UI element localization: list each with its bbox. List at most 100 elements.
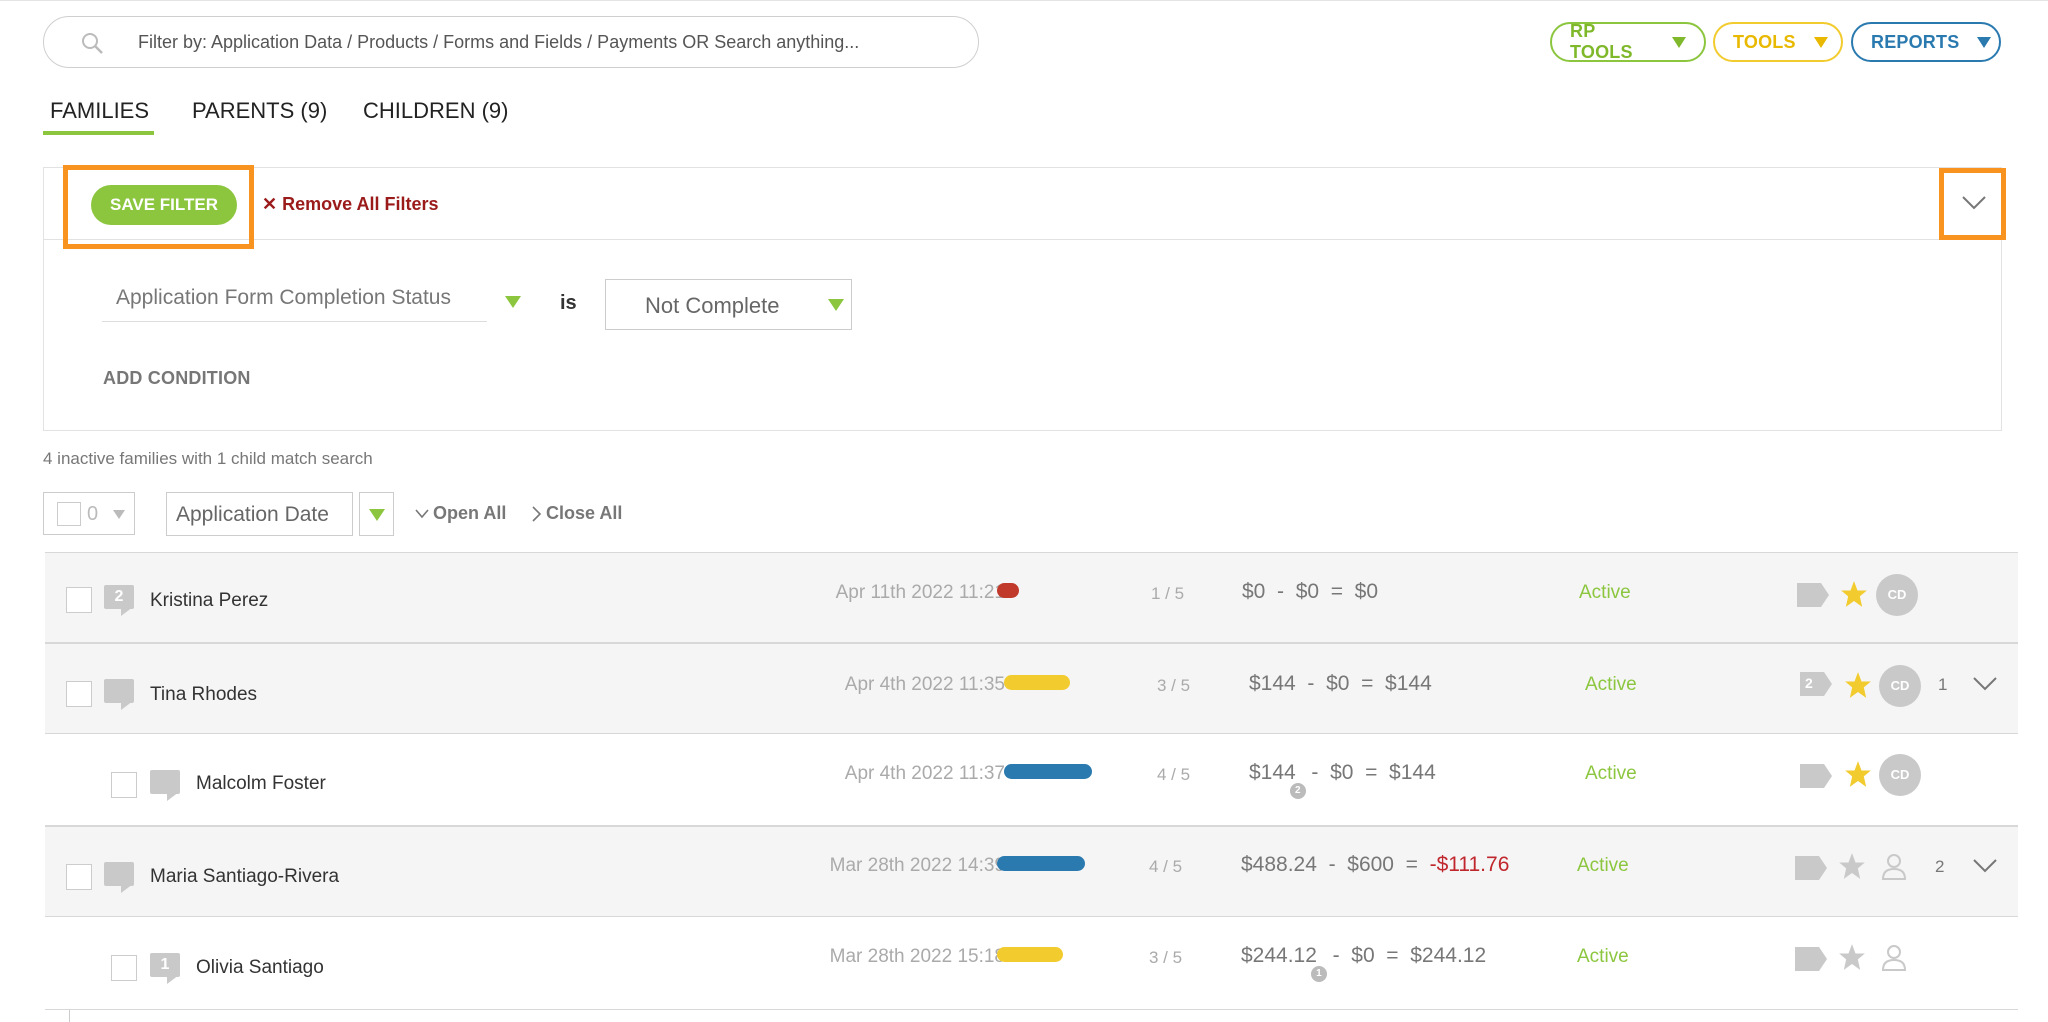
save-filter-button[interactable]: SAVE FILTER: [91, 185, 237, 225]
steps-complete: 4 / 5: [1149, 857, 1183, 876]
progress-bar: [997, 856, 1085, 871]
remove-all-filters-link[interactable]: ✕ Remove All Filters: [262, 194, 438, 215]
application-date: Apr 4th 2022 11:37: [844, 763, 1005, 784]
rp-tools-label: RP TOOLS: [1570, 21, 1633, 62]
search-input[interactable]: [138, 27, 958, 57]
condition-value-label: Not Complete: [645, 293, 780, 318]
condition-field-select[interactable]: Application Form Completion Status: [102, 278, 487, 322]
star-icon[interactable]: [1838, 943, 1866, 971]
family-name[interactable]: Tina Rhodes: [150, 684, 257, 706]
select-all-dropdown[interactable]: 0: [43, 492, 135, 535]
caret-down-icon: [1977, 36, 1992, 48]
row-checkbox[interactable]: [66, 681, 92, 707]
balance-summary: $144 - $0 = $144: [1249, 672, 1432, 695]
remove-all-filters-label: Remove All Filters: [282, 194, 439, 214]
open-all-button[interactable]: Open All: [415, 503, 506, 524]
child-row[interactable]: 1 Olivia Santiago Mar 28th 2022 15:18 3 …: [45, 918, 2018, 1010]
star-icon[interactable]: [1838, 852, 1866, 880]
balance-summary: $1442 - $0 = $144: [1249, 761, 1436, 799]
add-condition-button[interactable]: ADD CONDITION: [103, 368, 251, 389]
tools-label: TOOLS: [1733, 31, 1796, 52]
family-name[interactable]: Kristina Perez: [150, 590, 268, 612]
tag-icon[interactable]: [1795, 856, 1827, 880]
row-checkbox[interactable]: [111, 955, 137, 981]
tag-icon[interactable]: [1797, 583, 1829, 607]
chevron-right-icon: [532, 505, 542, 522]
filter-panel-header: SAVE FILTER ✕ Remove All Filters: [44, 165, 2006, 249]
family-row[interactable]: Maria Santiago-Rivera Mar 28th 2022 14:3…: [45, 826, 2018, 917]
balance-summary: $0 - $0 = $0: [1242, 580, 1379, 603]
tab-children[interactable]: CHILDREN (9): [363, 98, 508, 124]
results-summary: 4 inactive families with 1 child match s…: [43, 449, 373, 468]
person-icon[interactable]: [1881, 852, 1907, 880]
application-date: Apr 11th 2022 11:21: [835, 582, 1005, 603]
condition-value-select[interactable]: Not Complete: [605, 279, 852, 330]
search-icon: [82, 33, 103, 54]
close-icon: ✕: [262, 194, 283, 214]
family-row[interactable]: 2 Kristina Perez Apr 11th 2022 11:21 1 /…: [45, 552, 2018, 643]
sort-order-dropdown[interactable]: [359, 492, 394, 536]
negative-balance: -$111.76: [1429, 853, 1510, 876]
child-row[interactable]: Malcolm Foster Apr 4th 2022 11:37 4 / 5 …: [45, 735, 2018, 826]
star-icon[interactable]: [1844, 671, 1872, 699]
star-icon[interactable]: [1840, 580, 1868, 608]
tools-button[interactable]: TOOLS: [1713, 22, 1843, 62]
steps-complete: 4 / 5: [1157, 765, 1191, 784]
active-tab-indicator: [43, 131, 154, 135]
search-bar[interactable]: [43, 16, 979, 68]
condition-field-caret-icon[interactable]: [505, 296, 521, 308]
chevron-down-icon[interactable]: [1972, 858, 1998, 874]
child-name[interactable]: Malcolm Foster: [196, 773, 326, 795]
caret-down-icon: [113, 510, 125, 519]
row-checkbox[interactable]: [66, 587, 92, 613]
top-divider: [0, 0, 2048, 1]
steps-complete: 3 / 5: [1157, 676, 1191, 695]
notes-count: [150, 770, 180, 794]
tag-icon[interactable]: [1800, 764, 1832, 788]
collapse-filter-button[interactable]: [1939, 168, 2006, 240]
row-checkbox[interactable]: [111, 772, 137, 798]
select-all-checkbox[interactable]: [57, 502, 81, 526]
tag-icon[interactable]: 2: [1800, 672, 1832, 696]
application-date: Mar 28th 2022 15:18: [829, 946, 1005, 967]
avatar[interactable]: CD: [1879, 754, 1921, 796]
close-all-button[interactable]: Close All: [532, 503, 622, 524]
notes-icon[interactable]: [104, 862, 134, 893]
notes-icon[interactable]: [150, 770, 180, 801]
steps-complete: 3 / 5: [1149, 948, 1183, 967]
chevron-down-icon[interactable]: [1972, 676, 1998, 692]
notes-icon[interactable]: 1: [150, 953, 180, 984]
reports-button[interactable]: REPORTS: [1851, 22, 2001, 62]
notes-icon[interactable]: 2: [104, 585, 134, 616]
family-name[interactable]: Maria Santiago-Rivera: [150, 866, 339, 888]
status-label: Active: [1579, 582, 1631, 603]
avatar[interactable]: CD: [1879, 665, 1921, 707]
status-label: Active: [1585, 674, 1637, 695]
caret-down-icon: [1813, 36, 1828, 48]
tag-icon[interactable]: [1795, 947, 1827, 971]
row-checkbox[interactable]: [66, 864, 92, 890]
caret-down-icon: [1672, 36, 1686, 48]
children-count: 2: [1935, 857, 1945, 876]
filter-panel: SAVE FILTER ✕ Remove All Filters Applica…: [43, 165, 2006, 431]
status-label: Active: [1577, 946, 1629, 967]
notes-icon[interactable]: [104, 679, 134, 710]
family-row[interactable]: Tina Rhodes Apr 4th 2022 11:35 3 / 5 $14…: [45, 643, 2018, 734]
tab-parents[interactable]: PARENTS (9): [192, 98, 327, 124]
rp-tools-button[interactable]: RP TOOLS: [1550, 21, 1706, 62]
person-icon[interactable]: [1881, 943, 1907, 971]
tab-families[interactable]: FAMILIES: [50, 98, 149, 124]
balance-summary: $244.121 - $0 = $244.12: [1241, 944, 1486, 982]
sort-field-select[interactable]: Application Date: [166, 492, 353, 536]
payment-count-badge: 2: [1289, 783, 1306, 799]
chevron-down-icon: [415, 508, 429, 518]
progress-bar: [997, 583, 1019, 598]
star-icon[interactable]: [1844, 760, 1872, 788]
child-name[interactable]: Olivia Santiago: [196, 957, 324, 979]
avatar[interactable]: CD: [1876, 574, 1918, 616]
notes-count: 1: [150, 953, 180, 977]
caret-down-icon: [828, 299, 844, 311]
reports-label: REPORTS: [1871, 31, 1960, 52]
condition-operator: is: [560, 292, 577, 314]
status-label: Active: [1585, 763, 1637, 784]
